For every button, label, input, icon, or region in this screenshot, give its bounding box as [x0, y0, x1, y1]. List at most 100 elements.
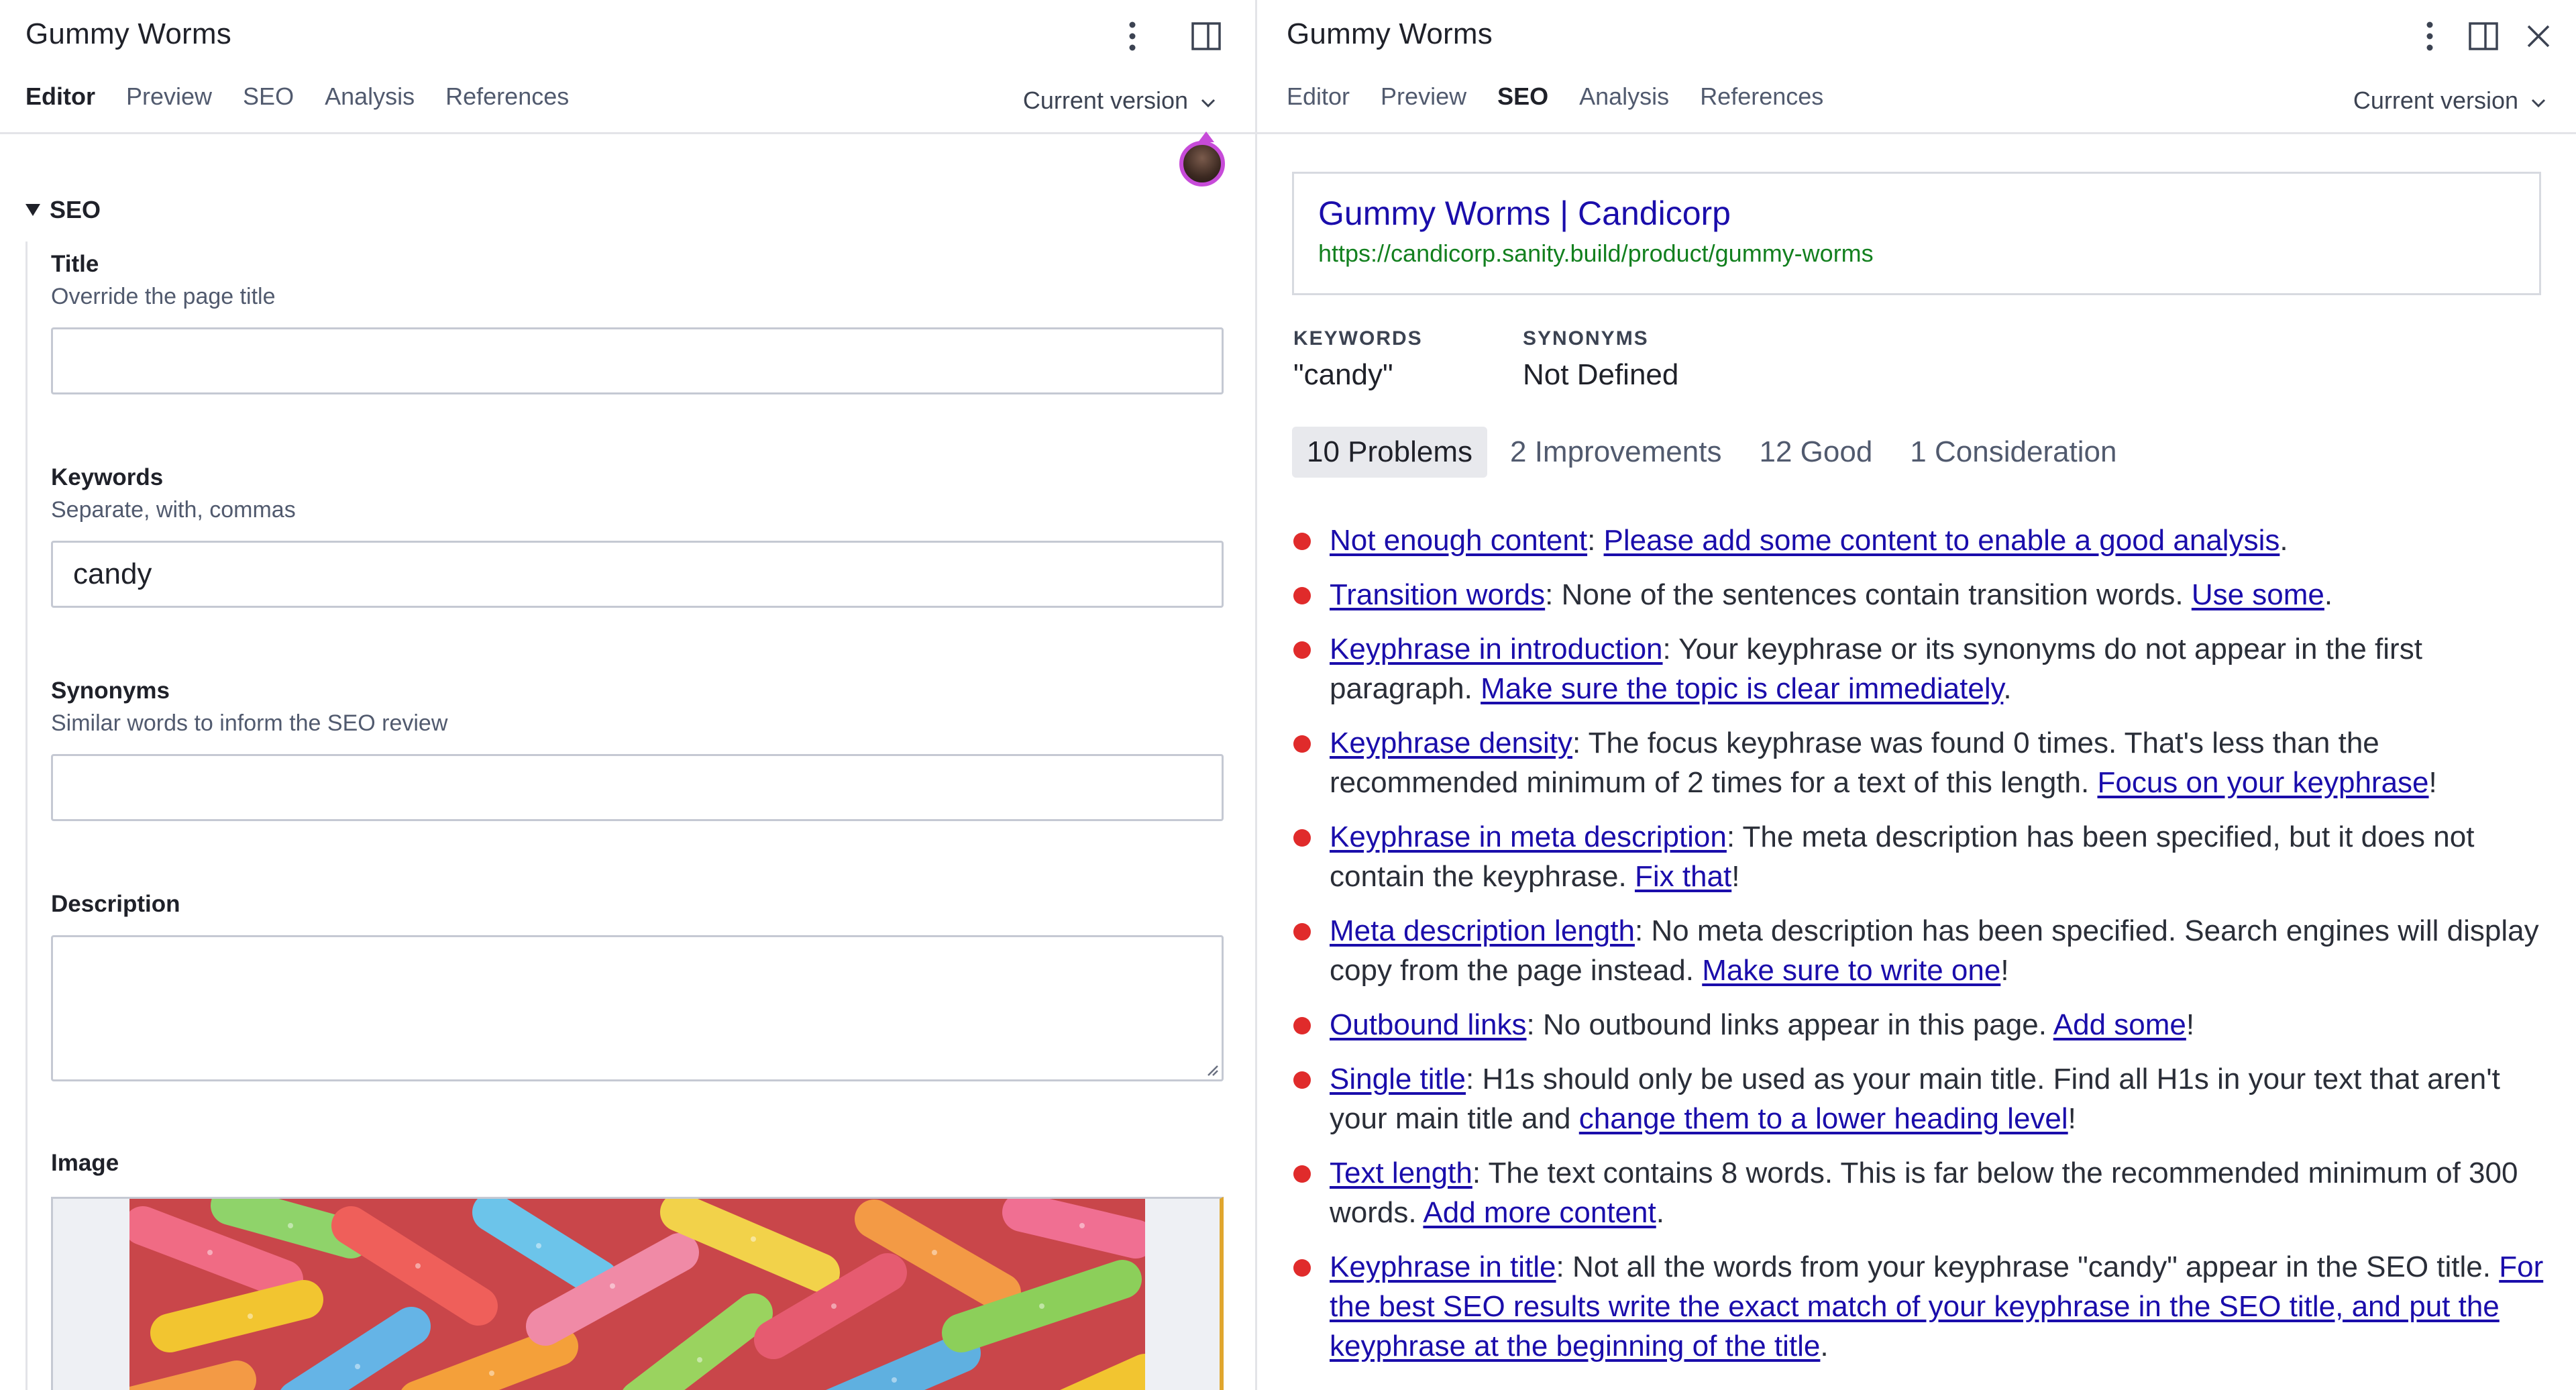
problem-end-punctuation: . — [2003, 672, 2012, 705]
keywords-label: KEYWORDS — [1293, 327, 1423, 350]
split-pane-icon[interactable] — [2466, 19, 2501, 54]
problem-title-link[interactable]: Keyphrase in meta description — [1330, 820, 1727, 853]
keywords-value: "candy" — [1293, 358, 1393, 391]
problem-item: Outbound links: No outbound links appear… — [1292, 1005, 2553, 1045]
pane-tabs: Editor Preview SEO Analysis References — [25, 81, 600, 113]
problem-item: Text length: The text contains 8 words. … — [1292, 1153, 2553, 1232]
snippet-url: https://candicorp.sanity.build/product/g… — [1318, 239, 1874, 267]
split-pane-icon[interactable] — [1189, 19, 1224, 54]
tab-analysis[interactable]: Analysis — [325, 81, 415, 113]
problem-end-punctuation: ! — [2186, 1008, 2195, 1041]
field-description: Separate, with, commas — [51, 497, 296, 523]
tab-references[interactable]: References — [445, 81, 569, 113]
problem-action-link[interactable]: Add some — [2053, 1008, 2186, 1041]
problem-title-link[interactable]: Keyphrase density — [1330, 727, 1572, 759]
problem-title-link[interactable]: Keyphrase in introduction — [1330, 633, 1663, 665]
chevron-down-icon — [2530, 85, 2546, 117]
field-label: Image — [51, 1150, 119, 1176]
version-select[interactable]: Current version — [2353, 85, 2546, 117]
synonyms-input[interactable] — [51, 754, 1224, 821]
problem-end-punctuation: ! — [2000, 954, 2009, 987]
field-label: Description — [51, 891, 180, 917]
title-input[interactable] — [51, 327, 1224, 394]
description-textarea[interactable] — [51, 935, 1224, 1081]
chevron-down-icon — [1200, 85, 1216, 117]
problem-item: Keyphrase in title: Not all the words fr… — [1292, 1247, 2553, 1366]
synonyms-value: Not Defined — [1523, 358, 1679, 391]
tab-editor[interactable]: Editor — [25, 81, 95, 113]
problem-title-link[interactable]: Outbound links — [1330, 1008, 1527, 1041]
problem-action-link[interactable]: Fix that — [1635, 860, 1731, 893]
tab-references[interactable]: References — [1700, 81, 1823, 113]
problem-action-link[interactable]: change them to a lower heading level — [1579, 1102, 2068, 1135]
problem-end-punctuation: . — [2324, 578, 2333, 611]
problem-title-link[interactable]: Not enough content — [1330, 524, 1587, 557]
error-dot-icon — [1293, 533, 1311, 550]
problem-end-punctuation: ! — [2428, 766, 2437, 799]
triangle-down-icon — [25, 204, 40, 216]
pane-header: Gummy Worms Editor Preview SEO Analysis … — [1257, 0, 2576, 134]
problem-title-link[interactable]: Text length — [1330, 1157, 1472, 1189]
presence-avatar[interactable] — [1179, 131, 1225, 186]
tab-preview[interactable]: Preview — [126, 81, 212, 113]
error-dot-icon — [1293, 641, 1311, 659]
problem-title-link[interactable]: Single title — [1330, 1063, 1466, 1095]
resize-grip-icon[interactable] — [1204, 1062, 1219, 1077]
problem-action-link[interactable]: Please add some content to enable a good… — [1604, 524, 2280, 557]
problem-title-link[interactable]: Transition words — [1330, 578, 1545, 611]
version-select[interactable]: Current version — [1023, 85, 1216, 117]
problem-item: Meta description length: No meta descrip… — [1292, 911, 2553, 990]
close-icon[interactable] — [2521, 19, 2556, 54]
problem-action-link[interactable]: Make sure the topic is clear immediately — [1481, 672, 2003, 705]
problem-action-link[interactable]: Make sure to write one — [1702, 954, 2000, 987]
tab-preview[interactable]: Preview — [1381, 81, 1466, 113]
version-label: Current version — [1022, 87, 1188, 114]
keywords-input[interactable] — [51, 541, 1224, 608]
problem-item: Not enough content: Please add some cont… — [1292, 521, 2553, 560]
snippet-title[interactable]: Gummy Worms | Candicorp — [1318, 194, 1731, 233]
image-preview[interactable] — [51, 1197, 1224, 1390]
field-label: Title — [51, 251, 99, 277]
filter-considerations[interactable]: 1 Consideration — [1895, 427, 2131, 478]
tab-seo[interactable]: SEO — [1497, 81, 1548, 113]
tab-seo[interactable]: SEO — [243, 81, 294, 113]
synonyms-label: SYNONYMS — [1523, 327, 1649, 350]
problem-end-punctuation: . — [1820, 1330, 1829, 1362]
filter-improvements[interactable]: 2 Improvements — [1495, 427, 1736, 478]
kebab-menu-icon[interactable] — [1115, 19, 1150, 54]
problems-list: Not enough content: Please add some cont… — [1292, 521, 2553, 1381]
document-title: Gummy Worms — [25, 17, 231, 50]
editor-pane-left: Gummy Worms Editor Preview SEO Analysis … — [0, 0, 1255, 1390]
fieldset-divider — [25, 242, 28, 1390]
problem-action-link[interactable]: Focus on your keyphrase — [2097, 766, 2428, 799]
problem-end-punctuation: . — [1656, 1196, 1664, 1229]
error-dot-icon — [1293, 735, 1311, 753]
problem-text: : Not all the words from your keyphrase … — [1556, 1250, 2500, 1283]
problem-title-link[interactable]: Keyphrase in title — [1330, 1250, 1556, 1283]
pane-header: Gummy Worms Editor Preview SEO Analysis … — [0, 0, 1255, 134]
error-dot-icon — [1293, 1259, 1311, 1277]
error-dot-icon — [1293, 1165, 1311, 1183]
problem-action-link[interactable]: Add more content — [1423, 1196, 1656, 1229]
problem-action-link[interactable]: Use some — [2192, 578, 2324, 611]
problem-end-punctuation: ! — [2068, 1102, 2076, 1135]
image-field: Image — [51, 1148, 1224, 1390]
kebab-menu-icon[interactable] — [2412, 19, 2447, 54]
filter-good[interactable]: 12 Good — [1744, 427, 1887, 478]
gummy-worms-image — [129, 1199, 1145, 1390]
synonyms-field: Synonyms Similar words to inform the SEO… — [51, 676, 1224, 821]
title-field: Title Override the page title — [51, 250, 1224, 394]
document-title: Gummy Worms — [1287, 17, 1493, 50]
tab-editor[interactable]: Editor — [1287, 81, 1350, 113]
field-description: Similar words to inform the SEO review — [51, 710, 448, 736]
problem-title-link[interactable]: Meta description length — [1330, 914, 1635, 947]
problem-item: Transition words: None of the sentences … — [1292, 575, 2553, 614]
filter-problems[interactable]: 10 Problems — [1292, 427, 1488, 478]
description-field: Description — [51, 890, 1224, 1081]
tab-analysis[interactable]: Analysis — [1579, 81, 1669, 113]
keywords-field: Keywords Separate, with, commas — [51, 463, 1224, 608]
version-label: Current version — [2353, 87, 2518, 114]
pane-tabs: Editor Preview SEO Analysis References — [1287, 81, 1854, 113]
seo-fieldset-toggle[interactable]: SEO — [25, 196, 101, 224]
field-label: Synonyms — [51, 678, 170, 704]
